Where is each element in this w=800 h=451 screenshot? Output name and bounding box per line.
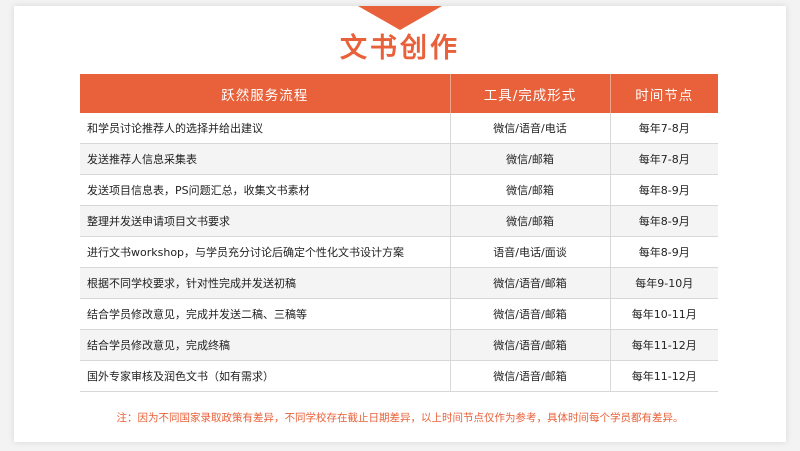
- table-header-row: 跃然服务流程 工具/完成形式 时间节点: [80, 74, 718, 113]
- table-row: 结合学员修改意见，完成并发送二稿、三稿等 微信/语音/邮箱 每年10-11月: [80, 298, 718, 330]
- service-process-table: 跃然服务流程 工具/完成形式 时间节点 和学员讨论推荐人的选择并给出建议 微信/…: [80, 74, 718, 392]
- process-cell: 整理并发送申请项目文书要求: [80, 205, 450, 238]
- table-row: 发送推荐人信息采集表 微信/邮箱 每年7-8月: [80, 143, 718, 176]
- process-cell: 和学员讨论推荐人的选择并给出建议: [80, 113, 450, 145]
- header-tool: 工具/完成形式: [449, 74, 610, 113]
- time-cell: 每年9-10月: [609, 267, 718, 299]
- time-cell: 每年10-11月: [609, 298, 718, 330]
- tool-cell: 微信/邮箱: [449, 143, 610, 176]
- footnote: 注：因为不同国家录取政策有差异，不同学校存在截止日期差异，以上时间节点仅作为参考…: [116, 412, 684, 424]
- tool-cell: 微信/语音/邮箱: [449, 267, 610, 299]
- table-row: 整理并发送申请项目文书要求 微信/邮箱 每年8-9月: [80, 205, 718, 238]
- table-row: 和学员讨论推荐人的选择并给出建议 微信/语音/电话 每年7-8月: [80, 113, 718, 145]
- time-cell: 每年11-12月: [609, 360, 718, 392]
- tool-cell: 微信/语音/电话: [449, 113, 610, 145]
- time-cell: 每年7-8月: [609, 113, 718, 145]
- process-cell: 国外专家审核及润色文书（如有需求）: [80, 360, 450, 392]
- process-cell: 结合学员修改意见，完成并发送二稿、三稿等: [80, 298, 450, 330]
- process-cell: 进行文书workshop，与学员充分讨论后确定个性化文书设计方案: [80, 236, 450, 268]
- tool-cell: 语音/电话/面谈: [449, 236, 610, 268]
- header-process: 跃然服务流程: [80, 74, 450, 113]
- table-row: 发送项目信息表，PS问题汇总，收集文书素材 微信/邮箱 每年8-9月: [80, 174, 718, 207]
- process-cell: 结合学员修改意见，完成终稿: [80, 329, 450, 361]
- time-cell: 每年8-9月: [609, 205, 718, 238]
- table-row: 根据不同学校要求，针对性完成并发送初稿 微信/语音/邮箱 每年9-10月: [80, 267, 718, 299]
- tool-cell: 微信/邮箱: [449, 174, 610, 207]
- process-cell: 发送推荐人信息采集表: [80, 143, 450, 176]
- tool-cell: 微信/语音/邮箱: [449, 329, 610, 361]
- time-cell: 每年8-9月: [609, 236, 718, 268]
- tool-cell: 微信/语音/邮箱: [449, 298, 610, 330]
- table-row: 进行文书workshop，与学员充分讨论后确定个性化文书设计方案 语音/电话/面…: [80, 236, 718, 268]
- table-row: 结合学员修改意见，完成终稿 微信/语音/邮箱 每年11-12月: [80, 329, 718, 361]
- process-cell: 发送项目信息表，PS问题汇总，收集文书素材: [80, 174, 450, 207]
- page-title: 文书创作: [340, 33, 460, 64]
- time-cell: 每年7-8月: [609, 143, 718, 176]
- tool-cell: 微信/邮箱: [449, 205, 610, 238]
- process-cell: 根据不同学校要求，针对性完成并发送初稿: [80, 267, 450, 299]
- time-cell: 每年8-9月: [609, 174, 718, 207]
- header-time: 时间节点: [609, 74, 718, 113]
- top-chevron-decoration: [358, 6, 442, 30]
- tool-cell: 微信/语音/邮箱: [449, 360, 610, 392]
- time-cell: 每年11-12月: [609, 329, 718, 361]
- table-row: 国外专家审核及润色文书（如有需求） 微信/语音/邮箱 每年11-12月: [80, 360, 718, 392]
